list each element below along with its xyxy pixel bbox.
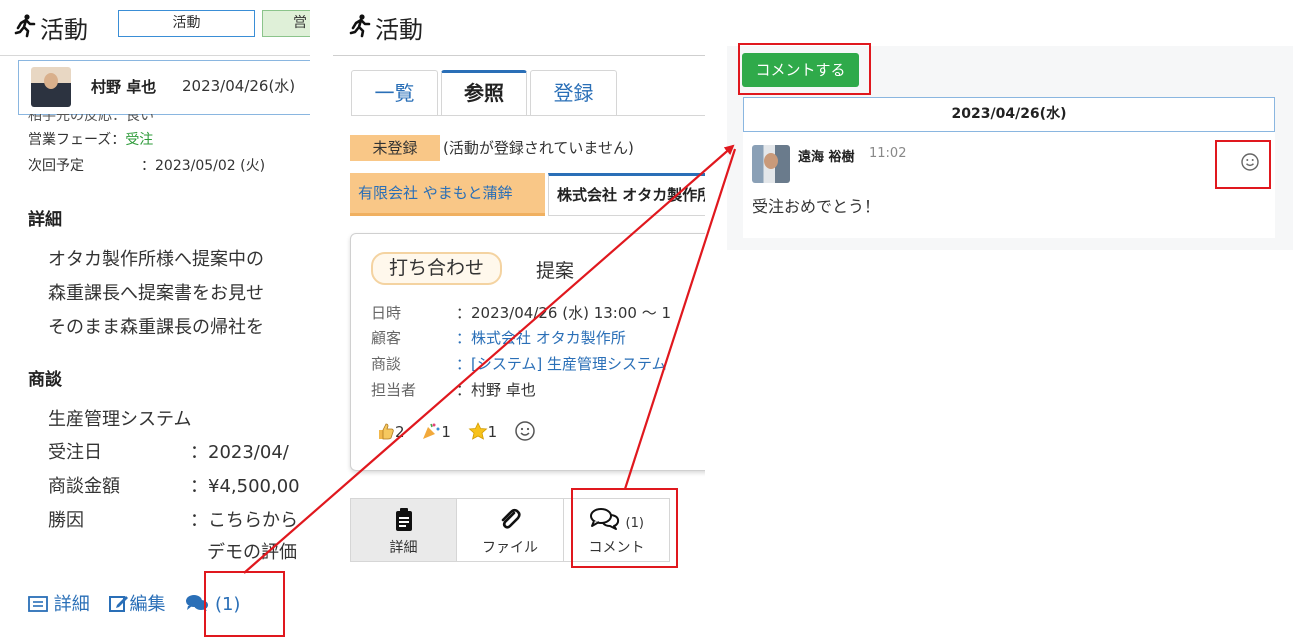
party-popper-icon — [423, 423, 440, 439]
field-row: 顧客 ：株式会社 オタカ製作所 — [371, 327, 626, 348]
customer-link[interactable]: ：株式会社 オタカ製作所 — [456, 327, 626, 348]
highlight-comment-button — [738, 43, 871, 95]
detail-link[interactable]: 詳細 — [28, 594, 95, 615]
unregistered-badge: 未登録 — [350, 135, 440, 161]
field-value: ：2023/04/26 (水) 13:00 ～ 1 — [456, 304, 672, 322]
next-value: ：2023/05/02 (火) — [141, 158, 266, 174]
next-label: 次回予定 — [28, 158, 84, 174]
deal-row-label: 受注日 — [48, 442, 102, 463]
edit-link-label: 編集 — [129, 594, 166, 615]
unregistered-message: (活動が登録されていません) — [443, 139, 634, 157]
avatar — [31, 67, 71, 107]
deal-heading: 商談 — [28, 370, 62, 390]
activity-date: 2023/04/26(水) — [182, 77, 296, 95]
detail-line: そのまま森重課長の帰社を — [48, 317, 264, 338]
customer-tab-otaka[interactable]: 株式会社 オタカ製作所 — [548, 173, 705, 216]
edit-link[interactable]: 編集 — [109, 594, 171, 615]
meeting-kind: 提案 — [536, 260, 575, 282]
deal-row-value: ：こちらから — [190, 510, 298, 531]
add-reaction-smiley-icon[interactable] — [514, 420, 536, 442]
detail-link-label: 詳細 — [53, 594, 90, 615]
detail-heading: 詳細 — [28, 210, 62, 230]
tab-activity[interactable]: 活動 — [118, 10, 255, 37]
field-label: 顧客 — [371, 329, 402, 347]
bottom-tab-file[interactable]: ファイル — [456, 498, 564, 562]
deal-row-label: 勝因 — [48, 510, 84, 531]
paperclip-icon — [501, 508, 521, 529]
field-value: ：村野 卓也 — [456, 381, 536, 399]
comment-date-header: 2023/04/26(水) — [743, 97, 1275, 132]
deal-row-value: ：2023/04/ — [190, 442, 289, 463]
field-row: 商談 ：[システム] 生産管理システム — [371, 353, 667, 374]
detail-line: 森重課長へ提案書をお見せ — [48, 283, 264, 304]
highlight-smiley — [1215, 140, 1271, 189]
comment-time: 11:02 — [869, 146, 907, 161]
highlight-comment-link — [204, 571, 285, 637]
tab-register[interactable]: 登録 — [530, 70, 617, 116]
reaction-count: 1 — [487, 423, 498, 441]
activity-card[interactable]: 打ち合わせ 提案 日時 ：2023/04/26 (水) 13:00 ～ 1 顧客 ：… — [350, 233, 705, 471]
reaction-count: 2 — [395, 423, 405, 441]
tab-reference[interactable]: 参照 — [441, 70, 527, 116]
running-person-icon — [349, 14, 371, 38]
user-name: 村野 卓也 — [91, 78, 157, 96]
commenter-avatar — [752, 145, 790, 183]
phase-label: 営業フェーズ — [28, 132, 112, 148]
app-title: 活動 — [40, 16, 88, 44]
deal-name: 生産管理システム — [48, 409, 192, 430]
list-icon — [28, 596, 48, 612]
panel-header: 活動 — [333, 0, 705, 56]
star-icon — [468, 422, 488, 440]
detail-line: オタカ製作所様へ提案中の — [48, 249, 264, 270]
bottom-tab-label: ファイル — [482, 540, 538, 556]
deal-row-value: ：¥4,500,00 — [190, 476, 300, 497]
activity-detail-panel: 活動 活動 営 村野 卓也 2023/04/26(水) 相手先の反応：良い 営業… — [0, 0, 310, 638]
reaction-thumbs[interactable]: 2 — [377, 423, 405, 441]
comment-body: 受注おめでとう！ — [752, 197, 881, 216]
field-label: 担当者 — [371, 381, 417, 399]
reaction-count: 1 — [441, 423, 451, 441]
field-row: 日時 ：2023/04/26 (水) 13:00 ～ 1 — [371, 302, 671, 323]
deal-row-extra: デモの評価 — [207, 542, 297, 563]
commenter-name: 遠海 裕樹 — [798, 150, 855, 165]
edit-icon — [109, 596, 129, 612]
comment-item: 遠海 裕樹 11:02 受注おめでとう！ — [743, 132, 1275, 238]
next-schedule-row: 次回予定 ：2023/05/02 (火) — [28, 155, 265, 175]
highlight-comment-tab — [571, 488, 678, 568]
thumbs-up-icon — [379, 423, 394, 440]
clipboard-icon — [395, 508, 412, 531]
field-label: 商談 — [371, 355, 402, 373]
phase-sep: ： — [111, 132, 126, 148]
deal-row-label: 商談金額 — [48, 476, 120, 497]
phase-row: 営業フェーズ：受注 — [28, 129, 153, 149]
reaction-star[interactable]: 1 — [468, 422, 498, 441]
bottom-tab-label: 詳細 — [389, 540, 418, 556]
reactions-bar: 2 1 1 — [377, 420, 536, 442]
phase-value: 受注 — [125, 132, 154, 148]
panel-header: 活動 活動 営 — [0, 0, 310, 56]
partner-reaction-row: 相手先の反応：良い — [28, 114, 154, 122]
tab-list[interactable]: 一覧 — [351, 70, 438, 116]
tab-business[interactable]: 営 — [262, 10, 310, 37]
customer-tab-yamamoto[interactable]: 有限会社 やまもと蒲鉾 — [350, 173, 545, 216]
app-title: 活動 — [375, 16, 423, 44]
meeting-type-badge: 打ち合わせ — [371, 252, 503, 285]
user-card: 村野 卓也 2023/04/26(水) — [18, 60, 310, 115]
bottom-tab-detail[interactable]: 詳細 — [350, 498, 457, 562]
reaction-party[interactable]: 1 — [421, 423, 451, 441]
field-row: 担当者 ：村野 卓也 — [371, 379, 536, 400]
running-person-icon — [14, 14, 36, 38]
deal-link[interactable]: ：[システム] 生産管理システム — [456, 353, 667, 374]
tab-divider — [351, 115, 705, 116]
field-label: 日時 — [371, 304, 402, 322]
